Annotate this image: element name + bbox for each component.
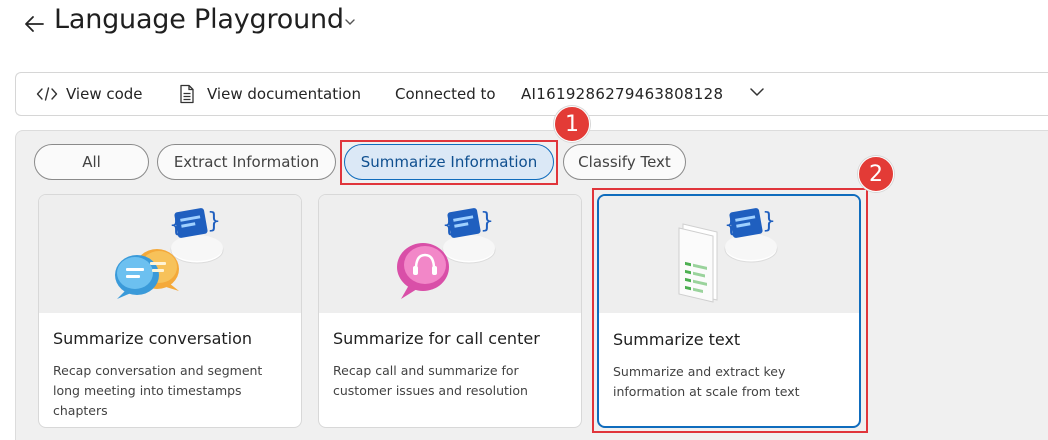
view-documentation-button[interactable]: View documentation — [179, 73, 361, 115]
svg-text:}: } — [762, 209, 776, 234]
card-hero: { } — [319, 195, 581, 313]
resource-chevron-down-icon[interactable] — [749, 87, 765, 97]
card-description: Recap conversation and segment long meet… — [53, 363, 263, 418]
card-title: Summarize conversation — [53, 329, 253, 348]
svg-text:{: { — [442, 213, 456, 238]
back-button[interactable] — [22, 12, 46, 36]
card-hero: { } — [39, 195, 301, 313]
card-title: Summarize for call center — [333, 329, 540, 348]
filter-chip-classify-text[interactable]: Classify Text — [563, 144, 686, 180]
step-marker-2: 2 — [858, 156, 894, 192]
card-description: Summarize and extract key information at… — [613, 364, 800, 399]
svg-text:{: { — [724, 213, 738, 238]
view-code-button[interactable]: View code — [36, 73, 143, 115]
page-title: Language Playground — [54, 4, 344, 35]
chat-bubbles-icon: { } — [115, 208, 224, 299]
document-icon — [180, 84, 194, 104]
headset-icon: { } — [397, 208, 496, 299]
toolbar: View code View documentation Connected t… — [15, 72, 1048, 116]
card-hero: { } — [599, 196, 859, 313]
svg-text:}: } — [207, 209, 221, 234]
filter-chip-extract-information[interactable]: Extract Information — [157, 144, 336, 180]
connected-to-label: Connected to — [395, 85, 496, 103]
card-title: Summarize text — [613, 330, 741, 349]
card-summarize-call-center[interactable]: { } Summarize for call center Recap call… — [318, 194, 582, 428]
view-code-label: View code — [66, 85, 143, 103]
code-icon — [36, 87, 58, 101]
card-description: Recap call and summarize for customer is… — [333, 363, 528, 398]
card-summarize-conversation[interactable]: { } Summarize conversation Recap convers… — [38, 194, 302, 428]
document-icon: { } — [678, 208, 778, 303]
svg-text:{: { — [169, 213, 183, 238]
back-arrow-icon — [25, 16, 44, 32]
card-summarize-text[interactable]: { } Summarize text Summarize and extract… — [597, 194, 861, 428]
step-marker-1: 1 — [554, 106, 590, 142]
connected-resource-value[interactable]: AI1619286279463808128 — [521, 85, 723, 103]
page: Language Playground View code View docum… — [0, 0, 1048, 440]
svg-text:}: } — [480, 209, 494, 234]
view-documentation-label: View documentation — [207, 85, 361, 103]
title-chevron-down-icon[interactable] — [344, 18, 356, 26]
filter-chip-all[interactable]: All — [34, 144, 149, 180]
header: Language Playground — [0, 0, 1048, 50]
filter-chip-summarize-information[interactable]: Summarize Information — [344, 144, 554, 180]
